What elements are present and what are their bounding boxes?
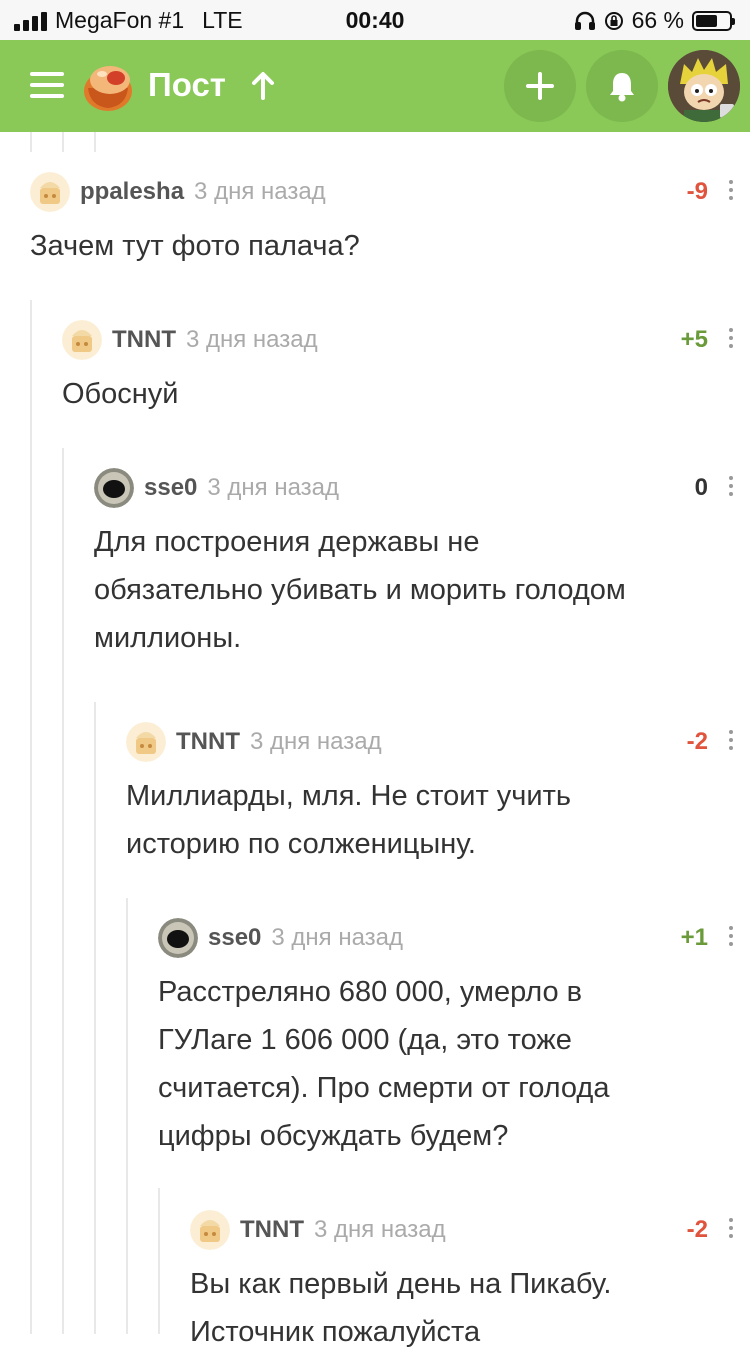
comment-avatar[interactable] xyxy=(126,722,166,762)
comment-username[interactable]: TNNT xyxy=(112,326,176,354)
thread-line[interactable] xyxy=(126,898,128,1334)
battery-icon xyxy=(692,10,735,31)
comment-text: Зачем тут фото палача? xyxy=(30,230,360,262)
comment-username[interactable]: sse0 xyxy=(208,924,261,952)
comment-text: Для построения державы не обязательно уб… xyxy=(94,526,626,654)
comment-rating: +1 xyxy=(680,924,708,951)
orientation-lock-icon xyxy=(604,11,623,30)
comment: sse0 3 дня назад +1 Расстреляно 680 000,… xyxy=(158,916,750,1160)
comment-avatar[interactable] xyxy=(94,468,134,508)
comment-rating: +5 xyxy=(680,326,708,353)
comment-username[interactable]: TNNT xyxy=(240,1216,304,1244)
comment-time: 3 дня назад xyxy=(194,178,326,205)
menu-icon[interactable] xyxy=(30,72,64,98)
comment: sse0 3 дня назад 0 Для построения держав… xyxy=(94,466,750,662)
thread-line[interactable] xyxy=(94,132,96,152)
thread-line[interactable] xyxy=(94,702,96,1334)
comment-avatar[interactable] xyxy=(158,918,198,958)
thread-line[interactable] xyxy=(30,132,32,152)
comment-text: Расстреляно 680 000, умерло в ГУЛаге 1 6… xyxy=(158,976,610,1152)
thread-line[interactable] xyxy=(158,1188,160,1334)
page-title: Пост xyxy=(148,66,226,103)
comment-username[interactable]: ppalesha xyxy=(80,178,184,206)
more-options-icon[interactable] xyxy=(728,328,734,352)
headphones-icon xyxy=(574,11,595,30)
notifications-button[interactable] xyxy=(586,50,658,122)
more-options-icon[interactable] xyxy=(728,180,734,204)
comment-avatar[interactable] xyxy=(30,172,70,212)
comment-rating: -9 xyxy=(686,178,708,205)
comment-text: Вы как первый день на Пикабу. Источник п… xyxy=(190,1268,612,1348)
add-post-button[interactable] xyxy=(504,50,576,122)
more-options-icon[interactable] xyxy=(728,1218,734,1242)
app-header: Пост xyxy=(0,40,750,132)
comment-time: 3 дня назад xyxy=(185,326,318,353)
comment: ppalesha 3 дня назад -9 Зачем тут фото п… xyxy=(30,170,750,270)
user-avatar[interactable] xyxy=(668,50,740,122)
comment-username[interactable]: sse0 xyxy=(144,474,197,502)
more-options-icon[interactable] xyxy=(728,926,734,950)
comment: TNNT 3 дня назад +5 Обоснуй xyxy=(62,318,750,418)
comment-rating: 0 xyxy=(694,474,708,501)
comment-time: 3 дня назад xyxy=(313,1216,446,1243)
thread-line[interactable] xyxy=(62,448,64,1334)
comment-avatar[interactable] xyxy=(62,320,102,360)
thread-line[interactable] xyxy=(62,132,64,152)
bell-icon xyxy=(610,73,634,102)
comment-time: 3 дня назад xyxy=(271,924,404,951)
battery-percent: 66 % xyxy=(631,7,684,33)
comment-avatar[interactable] xyxy=(190,1210,230,1250)
comment-time: 3 дня назад xyxy=(207,474,340,501)
arrow-up-icon[interactable] xyxy=(250,70,276,100)
comment-rating: -2 xyxy=(686,1216,708,1243)
plus-icon xyxy=(526,72,554,100)
pikabu-logo[interactable] xyxy=(80,58,136,114)
comment-text: Обоснуй xyxy=(62,378,179,410)
more-options-icon[interactable] xyxy=(728,476,734,500)
status-bar: MegaFon #1 LTE 00:40 66 % xyxy=(0,0,750,40)
comment-time: 3 дня назад xyxy=(249,728,382,755)
comment-text: Миллиарды, мля. Не стоит учить историю п… xyxy=(126,780,571,860)
comment: TNNT 3 дня назад -2 Миллиарды, мля. Не с… xyxy=(126,720,750,868)
more-options-icon[interactable] xyxy=(728,730,734,754)
comment-username[interactable]: TNNT xyxy=(176,728,240,756)
comment-rating: -2 xyxy=(686,728,708,755)
thread-line[interactable] xyxy=(30,300,32,1334)
